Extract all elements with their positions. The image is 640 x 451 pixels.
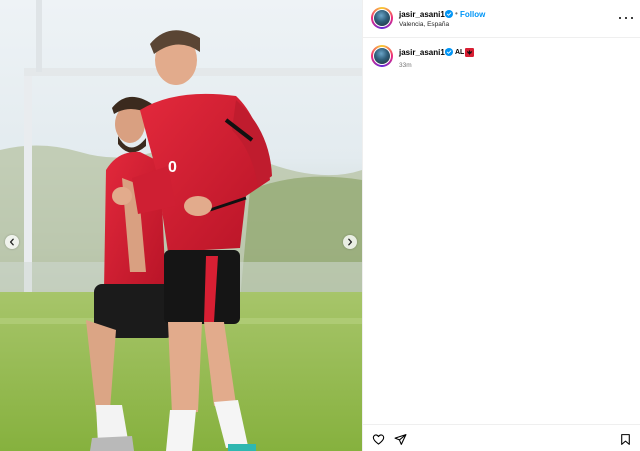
post-photo: 0 (0, 0, 362, 451)
author-avatar[interactable] (371, 7, 393, 29)
chevron-left-icon (9, 238, 14, 246)
albanian-eagle-icon (465, 48, 475, 57)
chevron-right-icon (348, 238, 353, 246)
post-location[interactable]: Valencia, España (399, 21, 449, 28)
carousel-next-button[interactable] (343, 235, 357, 249)
carousel-prev-button[interactable] (5, 235, 19, 249)
post-media[interactable]: 0 (0, 0, 362, 451)
post-actions (363, 424, 640, 451)
bookmark-icon (621, 434, 630, 445)
heart-icon (372, 434, 385, 445)
caption-verified-badge-icon (445, 48, 453, 56)
post-side-panel: jasir_asani10 • Follow Valencia, España … (362, 0, 640, 451)
caption-avatar[interactable] (371, 45, 393, 67)
like-button[interactable] (372, 433, 385, 446)
more-options-icon[interactable] (619, 12, 633, 24)
save-button[interactable] (619, 433, 632, 446)
caption-timestamp[interactable]: 33m (399, 62, 412, 69)
caption-text: AL (455, 49, 465, 56)
post-header: jasir_asani10 • Follow Valencia, España (363, 0, 640, 38)
paper-plane-icon (394, 434, 407, 445)
caption-username[interactable]: jasir_asani10 (399, 48, 449, 57)
follow-button[interactable]: Follow (460, 10, 485, 19)
header-separator: • (455, 9, 458, 18)
author-username[interactable]: jasir_asani10 (399, 10, 449, 19)
verified-badge-icon (445, 10, 453, 18)
share-button[interactable] (394, 433, 407, 446)
caption-text-wrap: AL (455, 48, 475, 57)
jersey-number: 0 (168, 159, 177, 176)
instagram-post: 0 jasir_asani10 • Follow Valencia, Españ… (0, 0, 640, 451)
